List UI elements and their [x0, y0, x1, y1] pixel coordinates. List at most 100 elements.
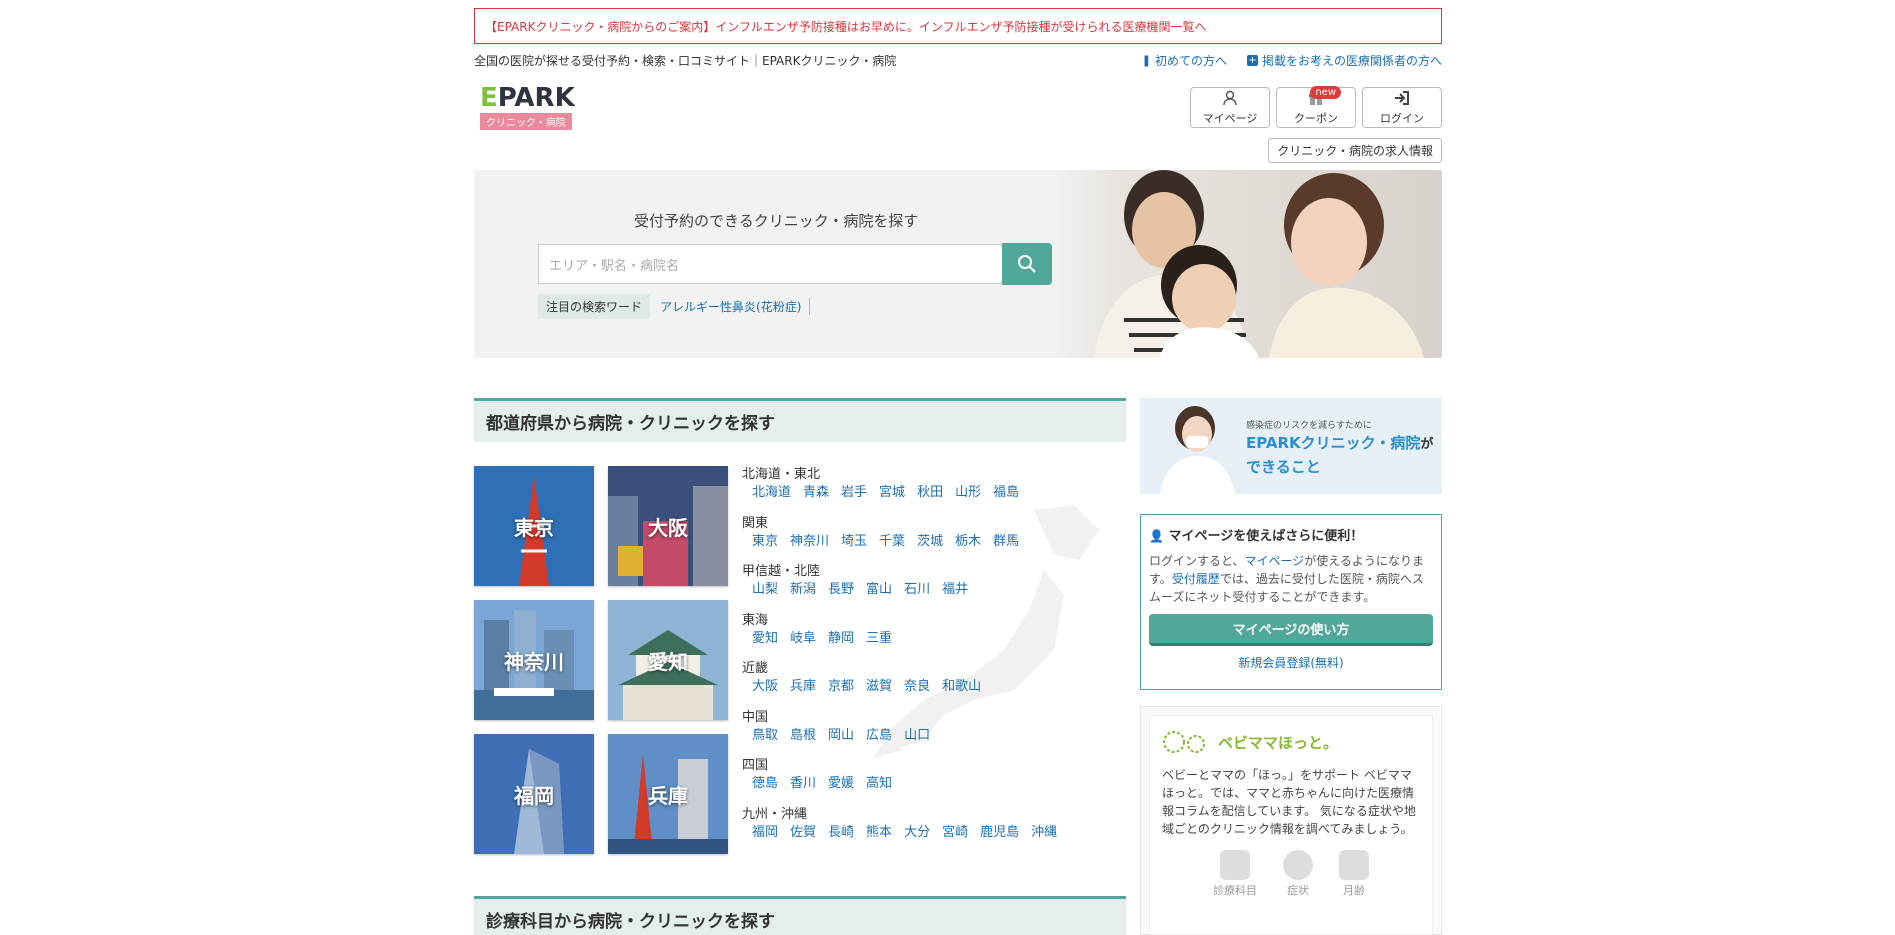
epark-logo[interactable]: EPARK クリニック・病院: [480, 84, 590, 130]
babymama-logo[interactable]: ベビママほっと。: [1162, 726, 1420, 758]
user-icon: 👤: [1149, 529, 1164, 543]
babymama-description: ベビーとママの「ほっ。」をサポート ベビママほっと。では、ママと赤ちゃんに向けた…: [1162, 768, 1416, 836]
pref-link[interactable]: 香川: [790, 775, 816, 793]
pref-link[interactable]: 山梨: [752, 581, 778, 599]
pref-link[interactable]: 三重: [866, 630, 892, 648]
pref-link[interactable]: 千葉: [879, 533, 905, 551]
tile-fukuoka[interactable]: 福岡: [474, 734, 594, 854]
mypage-button[interactable]: マイページ: [1190, 87, 1270, 128]
pref-link[interactable]: 栃木: [955, 533, 981, 551]
notice-banner[interactable]: 【EPARKクリニック・病院からのご案内】インフルエンザ予防接種はお早めに。イン…: [474, 8, 1442, 44]
pref-link[interactable]: 愛媛: [828, 775, 854, 793]
pref-link[interactable]: 新潟: [790, 581, 816, 599]
tile-kanagawa[interactable]: 神奈川: [474, 600, 594, 720]
mypage-box-title: 👤 マイページを使えばさらに便利！: [1149, 525, 1433, 544]
pref-link[interactable]: 群馬: [993, 533, 1019, 551]
pref-link[interactable]: 静岡: [828, 630, 854, 648]
pref-link[interactable]: 福岡: [752, 824, 778, 842]
pref-link[interactable]: 山口: [904, 727, 930, 745]
region-kanto: 関東 東京 神奈川 埼玉 千葉 茨城 栃木 群馬: [742, 515, 1126, 564]
symptom-nav[interactable]: 症状: [1283, 850, 1313, 898]
pref-link[interactable]: 東京: [752, 533, 778, 551]
mypage-link[interactable]: マイページ: [1245, 554, 1305, 568]
first-time-link[interactable]: ❚ 初めての方へ: [1142, 52, 1227, 69]
tile-hyogo[interactable]: 兵庫: [608, 734, 728, 854]
pref-link[interactable]: 奈良: [904, 678, 930, 696]
tile-aichi[interactable]: 愛知: [608, 600, 728, 720]
search-button[interactable]: [1002, 243, 1052, 285]
pref-link[interactable]: 福島: [993, 484, 1019, 502]
region-list: 北海道・東北 北海道 青森 岩手 宮城 秋田 山形 福島 関東 東京 神奈川 埼…: [742, 466, 1126, 854]
pref-link[interactable]: 京都: [828, 678, 854, 696]
tile-label: 兵庫: [648, 783, 688, 808]
age-nav[interactable]: 月齢: [1339, 850, 1369, 898]
pref-link[interactable]: 石川: [904, 581, 930, 599]
login-button[interactable]: ログイン: [1362, 87, 1442, 128]
region-chugoku: 中国 鳥取 島根 岡山 広島 山口: [742, 709, 1126, 758]
pref-link[interactable]: 鳥取: [752, 727, 778, 745]
pref-link[interactable]: 熊本: [866, 824, 892, 842]
pref-link[interactable]: 和歌山: [942, 678, 981, 696]
register-link[interactable]: 新規会員登録(無料): [1149, 654, 1433, 671]
pref-link[interactable]: 大阪: [752, 678, 778, 696]
plus-icon: +: [1246, 55, 1258, 66]
mypage-body-1: ログインすると、: [1149, 554, 1245, 568]
pref-link[interactable]: 長野: [828, 581, 854, 599]
keyword-label: 注目の検索ワード: [538, 294, 651, 319]
pref-link[interactable]: 埼玉: [841, 533, 867, 551]
pref-link[interactable]: 広島: [866, 727, 892, 745]
pref-link[interactable]: 茨城: [917, 533, 943, 551]
pref-link[interactable]: 北海道: [752, 484, 791, 502]
region-name: 中国: [742, 709, 769, 725]
pref-link[interactable]: 鹿児島: [980, 824, 1019, 842]
pref-link[interactable]: 沖縄: [1031, 824, 1057, 842]
nurse-image: [1140, 398, 1240, 494]
pref-link[interactable]: 富山: [866, 581, 892, 599]
mypage-howto-button[interactable]: マイページの使い方: [1149, 614, 1433, 646]
pref-link[interactable]: 神奈川: [790, 533, 829, 551]
pref-link[interactable]: 宮城: [879, 484, 905, 502]
pref-link[interactable]: 山形: [955, 484, 981, 502]
pref-link[interactable]: 岡山: [828, 727, 854, 745]
pref-link[interactable]: 岩手: [841, 484, 867, 502]
pref-link[interactable]: 青森: [803, 484, 829, 502]
baby-icon: [1283, 850, 1313, 880]
tile-tokyo[interactable]: 東京: [474, 466, 594, 586]
first-time-label: 初めての方へ: [1154, 54, 1227, 68]
listing-label: 掲載をお考えの医療関係者の方へ: [1261, 54, 1442, 68]
keyword-link[interactable]: アレルギー性鼻炎(花粉症): [652, 298, 811, 315]
tile-label: 福岡: [514, 783, 554, 808]
symptom-nav-label: 症状: [1287, 884, 1309, 897]
tile-osaka[interactable]: 大阪: [608, 466, 728, 586]
pref-link[interactable]: 長崎: [828, 824, 854, 842]
pref-link[interactable]: 島根: [790, 727, 816, 745]
pref-link[interactable]: 宮崎: [942, 824, 968, 842]
pref-link[interactable]: 岐阜: [790, 630, 816, 648]
pref-links: 山梨 新潟 長野 富山 石川 福井: [742, 581, 1126, 599]
pref-link[interactable]: 兵庫: [790, 678, 816, 696]
pref-link[interactable]: 秋田: [917, 484, 943, 502]
pref-link[interactable]: 徳島: [752, 775, 778, 793]
epark-feature-banner[interactable]: 感染症のリスクを減らすために EPARKクリニック・病院が できること: [1140, 398, 1442, 494]
listing-link[interactable]: + 掲載をお考えの医療関係者の方へ: [1246, 52, 1442, 69]
region-name: 近畿: [742, 661, 769, 676]
pref-link[interactable]: 滋賀: [866, 678, 892, 696]
banner-small-text: 感染症のリスクを減らすために: [1246, 421, 1372, 431]
coupon-button[interactable]: new クーポン: [1276, 86, 1356, 128]
login-label: ログイン: [1380, 111, 1424, 125]
pref-link[interactable]: 福井: [942, 581, 968, 599]
pref-links: 北海道 青森 岩手 宮城 秋田 山形 福島: [742, 484, 1126, 502]
banner-line1-suffix: が: [1420, 437, 1434, 452]
region-hokkaido-tohoku: 北海道・東北 北海道 青森 岩手 宮城 秋田 山形 福島: [742, 466, 1126, 515]
department-nav[interactable]: 診療科目: [1213, 850, 1257, 898]
notice-link[interactable]: 【EPARKクリニック・病院からのご案内】インフルエンザ予防接種はお早めに。イン…: [485, 18, 1207, 35]
pref-link[interactable]: 佐賀: [790, 824, 816, 842]
book-icon: ❚: [1141, 54, 1151, 67]
pref-link[interactable]: 大分: [904, 824, 930, 842]
pref-link[interactable]: 高知: [866, 775, 892, 793]
search-input[interactable]: エリア・駅名・病院名: [538, 244, 1004, 284]
recruit-link[interactable]: クリニック・病院の求人情報: [1268, 138, 1442, 163]
header-buttons: マイページ new クーポン ログイン: [1190, 86, 1442, 128]
history-link[interactable]: 受付履歴: [1172, 572, 1220, 586]
pref-link[interactable]: 愛知: [752, 630, 778, 648]
